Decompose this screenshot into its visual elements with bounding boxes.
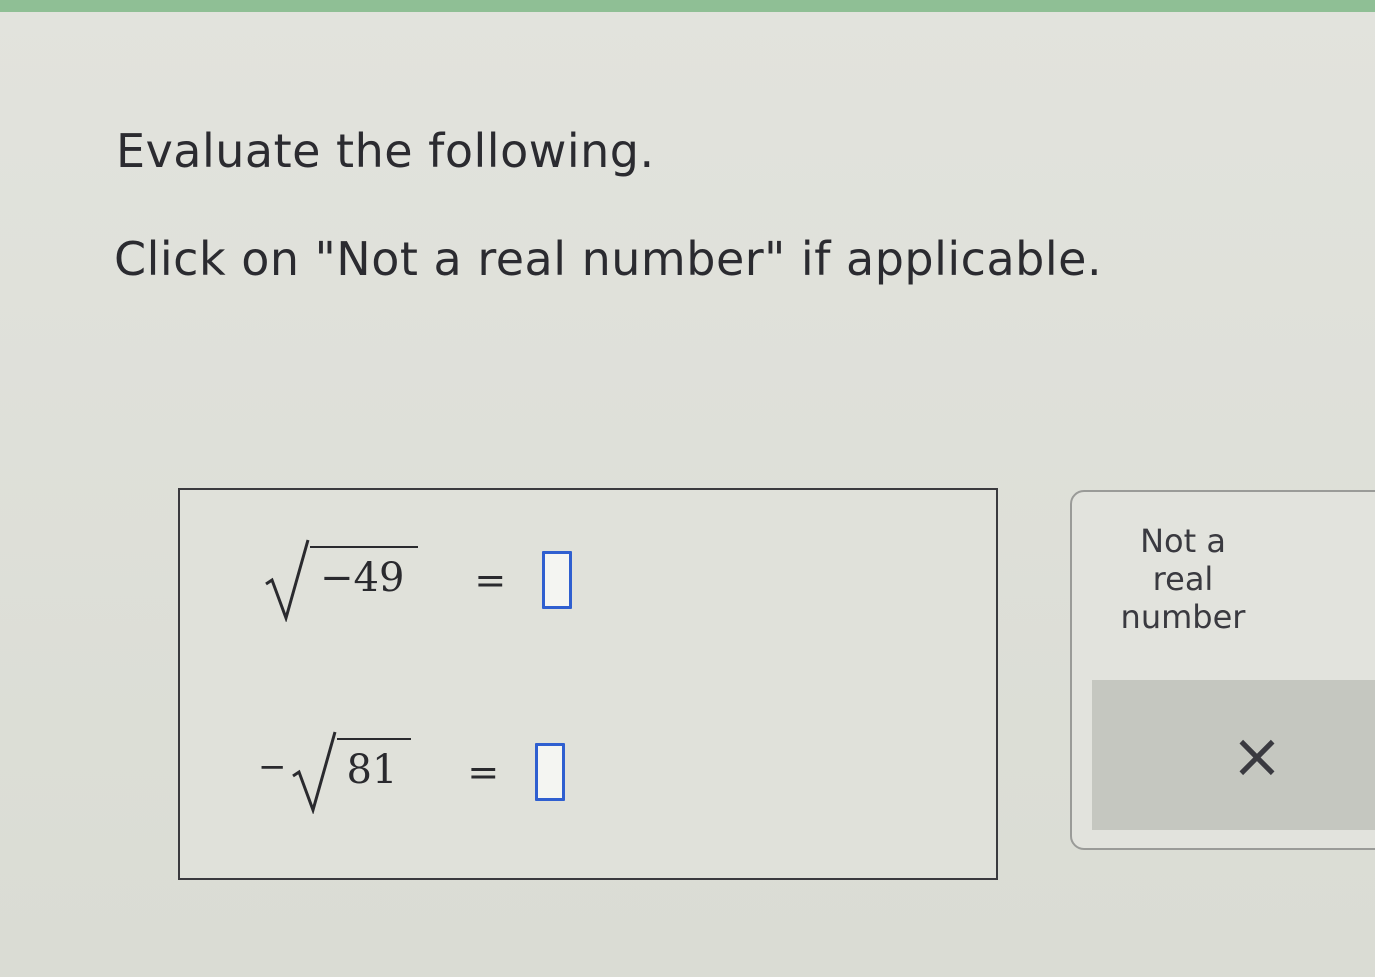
problem-1-radicand: −49 (310, 546, 419, 608)
radical-sign-icon (265, 539, 310, 622)
side-panel: Not a real number × (1070, 490, 1375, 850)
clear-area: × (1092, 680, 1375, 830)
problem-box: −49 = − 81 = (178, 488, 998, 880)
problem-2-prefix: − (258, 747, 287, 787)
clear-button[interactable]: × (1212, 710, 1302, 800)
not-real-label-line2: real (1152, 560, 1214, 598)
radical-sign-icon (291, 731, 336, 814)
problem-row-2: − 81 = (258, 730, 566, 814)
instruction-not-real: Click on "Not a real number" if applicab… (114, 232, 1103, 286)
not-a-real-number-button[interactable]: Not a real number (1108, 522, 1258, 636)
problem-1-equals: = (474, 558, 507, 602)
radical-2: 81 (291, 730, 412, 814)
close-icon: × (1231, 718, 1283, 792)
not-real-label-line1: Not a (1140, 522, 1226, 560)
not-real-label-line3: number (1120, 598, 1246, 636)
page: Evaluate the following. Click on "Not a … (0, 0, 1375, 977)
problem-1-answer-input[interactable] (542, 551, 573, 609)
problem-2-answer-input[interactable] (535, 743, 566, 801)
radical-1: −49 (264, 538, 419, 622)
top-strip (0, 0, 1375, 12)
problem-2-radicand: 81 (336, 738, 412, 800)
problem-2-equals: = (467, 750, 500, 794)
instruction-evaluate: Evaluate the following. (116, 124, 655, 178)
problem-row-1: −49 = (260, 538, 573, 622)
